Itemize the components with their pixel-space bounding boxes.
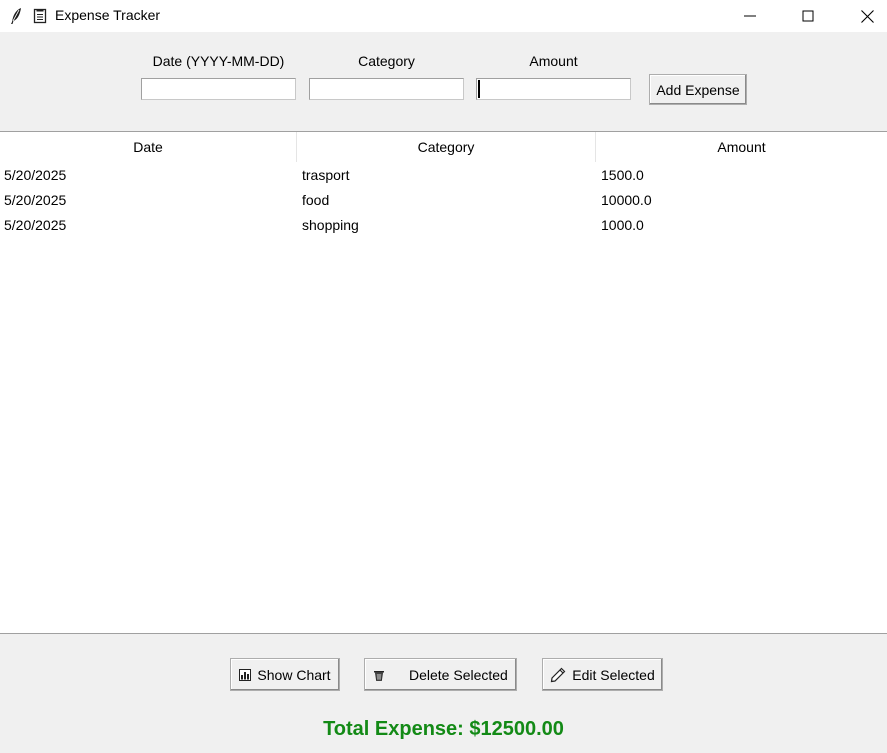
trash-icon [374,670,384,681]
table-row[interactable]: 5/20/2025 shopping 1000.0 [0,213,887,238]
bar-chart-icon [239,668,252,681]
edit-selected-label: Edit Selected [572,666,655,683]
text-cursor [478,80,480,98]
amount-input[interactable] [476,78,631,100]
table-row[interactable]: 5/20/2025 food 10000.0 [0,188,887,213]
cell-date: 5/20/2025 [4,167,67,183]
minimize-icon [744,15,756,17]
document-icon [33,8,47,24]
title-bar: Expense Tracker [0,0,887,32]
window-title: Expense Tracker [55,7,161,23]
column-header-date[interactable]: Date [0,132,296,162]
close-button[interactable] [838,0,887,32]
cell-category: food [302,192,330,208]
date-input[interactable] [141,78,296,100]
add-expense-button[interactable]: Add Expense [649,74,747,105]
amount-label: Amount [529,53,578,69]
column-header-category[interactable]: Category [297,132,595,162]
cell-amount: 1000.0 [601,217,644,233]
category-label: Category [358,53,415,69]
column-header-amount[interactable]: Amount [596,132,887,162]
pencil-icon [551,667,566,682]
cell-date: 5/20/2025 [4,192,67,208]
feather-icon [11,8,21,24]
cell-date: 5/20/2025 [4,217,67,233]
edit-selected-button[interactable]: Edit Selected [542,658,663,691]
date-label: Date (YYYY-MM-DD) [152,53,285,69]
show-chart-label: Show Chart [257,666,331,683]
close-icon [860,9,874,23]
category-input[interactable] [309,78,464,100]
maximize-icon [802,10,814,22]
delete-selected-button[interactable]: Delete Selected [364,658,517,691]
cell-category: trasport [302,167,350,183]
cell-amount: 1500.0 [601,167,644,183]
delete-selected-label: Delete Selected [409,666,508,683]
show-chart-button[interactable]: Show Chart [230,658,340,691]
total-expense: Total Expense: $12500.00 [323,718,564,740]
table-row[interactable]: 5/20/2025 trasport 1500.0 [0,163,887,188]
cell-amount: 10000.0 [601,192,652,208]
maximize-button[interactable] [779,0,837,32]
expense-table[interactable]: Date Category Amount 5/20/2025 trasport … [0,131,887,634]
table-header: Date Category Amount [0,132,887,162]
cell-category: shopping [302,217,359,233]
minimize-button[interactable] [721,0,779,32]
